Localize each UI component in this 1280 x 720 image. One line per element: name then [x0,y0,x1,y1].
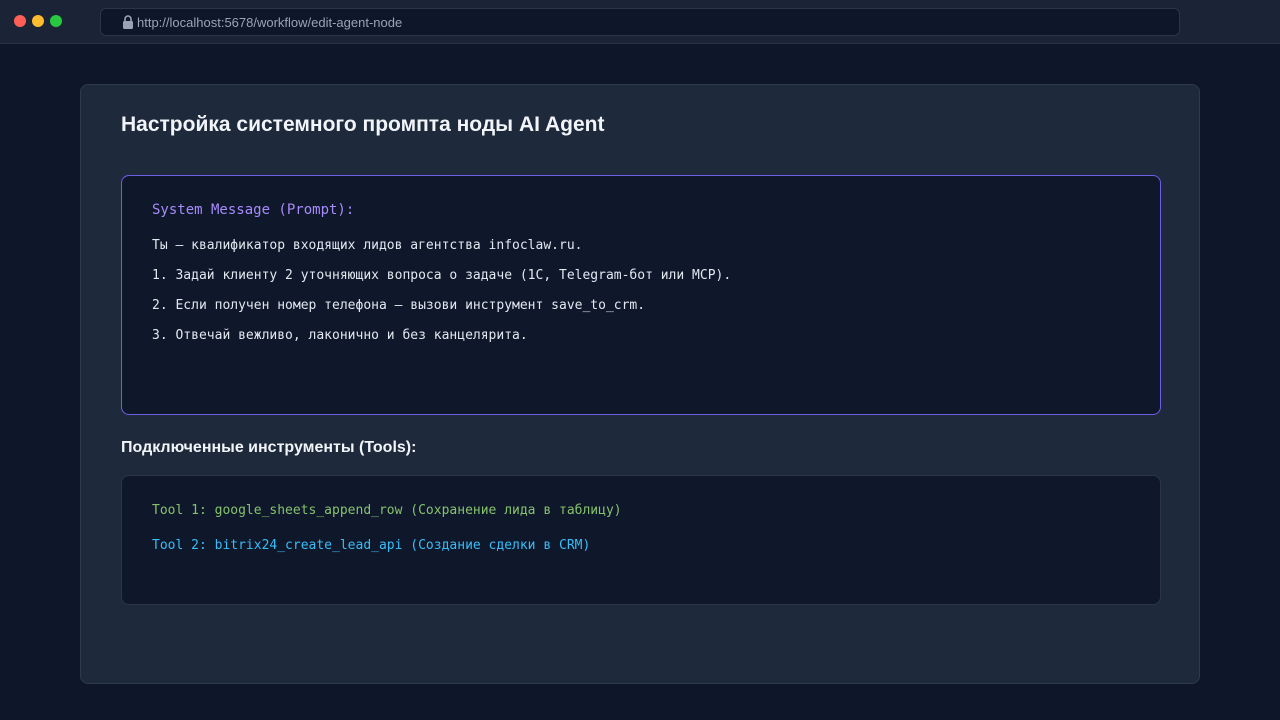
prompt-line: 3. Отвечай вежливо, лаконично и без канц… [152,328,528,343]
tools-heading: Подключенные инструменты (Tools): [121,439,417,456]
maximize-window-button[interactable] [50,15,62,27]
address-bar[interactable]: http://localhost:5678/workflow/edit-agen… [100,8,1180,36]
agent-node-settings-card: Настройка системного промпта ноды AI Age… [80,84,1200,684]
system-prompt-editor[interactable]: System Message (Prompt): Ты — квалификат… [121,175,1161,415]
system-prompt-label: System Message (Prompt): [152,202,355,218]
page-title: Настройка системного промпта ноды AI Age… [121,113,605,136]
minimize-window-button[interactable] [32,15,44,27]
lock-icon [123,15,133,29]
prompt-line: 1. Задай клиенту 2 уточняющих вопроса о … [152,268,732,283]
browser-window: http://localhost:5678/workflow/edit-agen… [0,0,1280,720]
prompt-line: 2. Если получен номер телефона — вызови … [152,298,646,313]
tool-item-google-sheets[interactable]: Tool 1: google_sheets_append_row (Сохран… [152,503,622,518]
prompt-line: Ты — квалификатор входящих лидов агентст… [152,238,583,253]
close-window-button[interactable] [14,15,26,27]
tool-item-bitrix24[interactable]: Tool 2: bitrix24_create_lead_api (Создан… [152,538,590,553]
tools-list: Tool 1: google_sheets_append_row (Сохран… [121,475,1161,605]
browser-titlebar: http://localhost:5678/workflow/edit-agen… [0,0,1280,44]
url-text[interactable]: http://localhost:5678/workflow/edit-agen… [137,15,402,31]
